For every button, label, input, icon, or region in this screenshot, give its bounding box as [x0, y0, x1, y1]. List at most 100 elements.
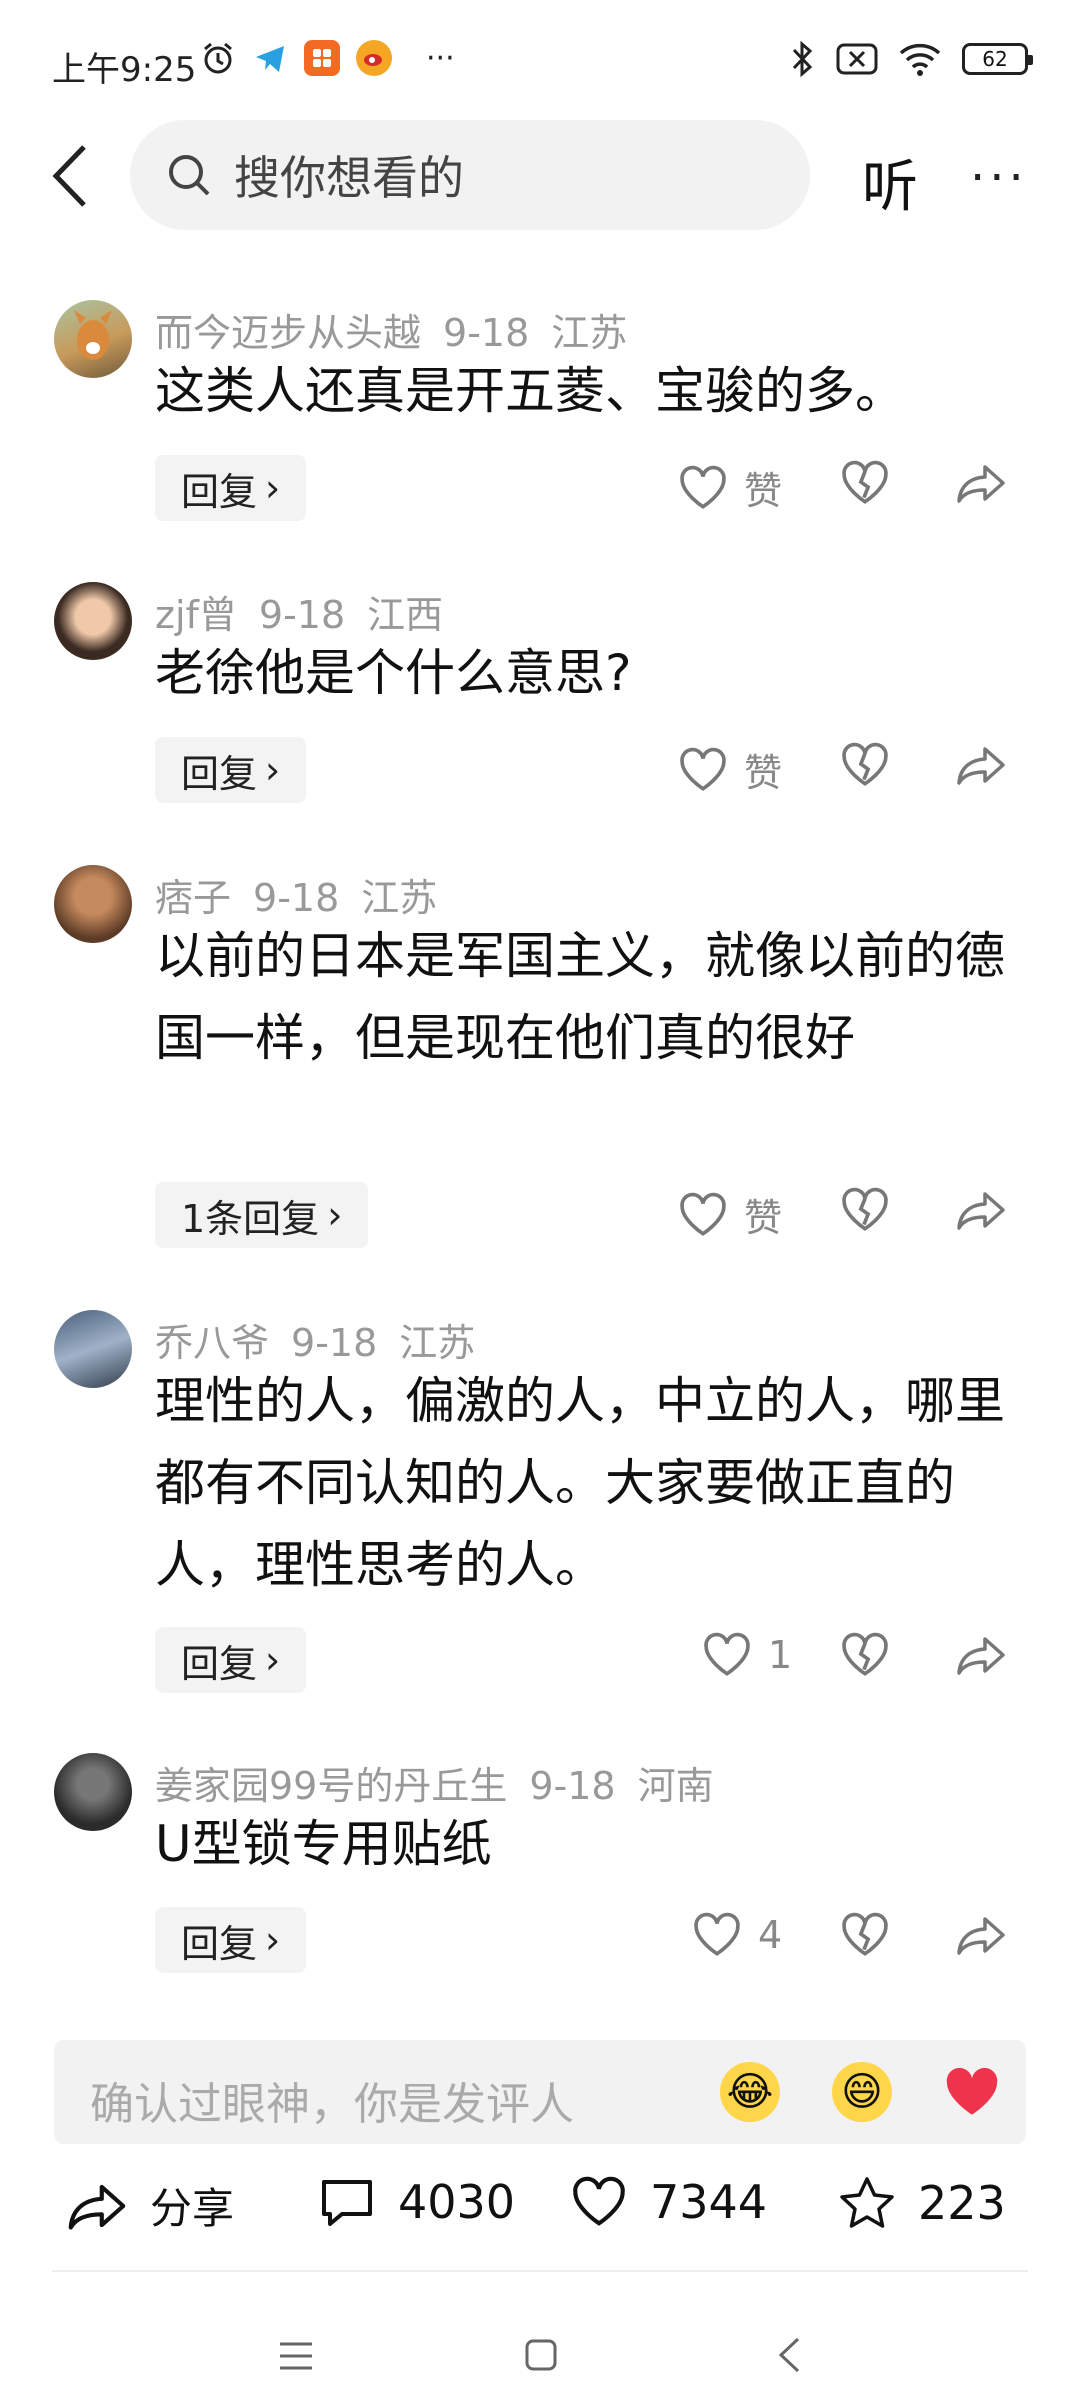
username[interactable]: 而今迈步从头越	[155, 311, 421, 355]
comment-date: 9-18	[443, 311, 530, 355]
heart-icon	[692, 1912, 742, 1958]
chevron-right-icon: ›	[265, 1638, 281, 1682]
dislike-icon[interactable]	[840, 742, 890, 788]
username[interactable]: zjf曾	[155, 593, 237, 637]
back-nav-icon[interactable]	[776, 2336, 802, 2374]
comment-bubble-icon	[322, 2180, 372, 2226]
share-icon[interactable]	[955, 1187, 1007, 1233]
like-count: 1	[768, 1633, 793, 1677]
username[interactable]: 痞子	[155, 876, 231, 920]
search-placeholder: 搜你想看的	[234, 151, 464, 205]
reply-label: 回复	[181, 1921, 258, 1966]
dislike-icon[interactable]	[840, 1187, 890, 1233]
post-action-bar: 分享 4030 7344 223	[0, 2175, 1080, 2255]
share-icon[interactable]	[955, 1912, 1007, 1958]
system-nav-bar	[0, 2290, 1080, 2400]
comment-text: 以前的日本是军国主义，就像以前的德国一样，但是现在他们真的很好	[155, 927, 1005, 1067]
search-icon	[169, 155, 210, 196]
status-bar: 上午9:25 ··· 62	[0, 0, 1080, 120]
favorite-count: 223	[918, 2176, 1006, 2230]
share-label: 分享	[150, 2184, 235, 2233]
status-time: 上午9:25	[52, 50, 197, 90]
comment-text: 理性的人，偏激的人，中立的人，哪里都有不同认知的人。大家要做正直的人，理性思考的…	[155, 1372, 1005, 1594]
comments-button[interactable]: 4030	[318, 2175, 515, 2229]
reply-button[interactable]: 回复 ›	[155, 455, 307, 521]
comment-meta: 痞子 9-18 江苏	[155, 867, 459, 922]
share-icon[interactable]	[955, 1632, 1007, 1678]
chevron-left-icon	[52, 145, 86, 207]
comment-location: 江苏	[361, 876, 438, 920]
heart-icon	[678, 1192, 728, 1238]
comment-location: 江苏	[551, 311, 628, 355]
heart-icon	[573, 2176, 625, 2226]
share-icon[interactable]	[955, 742, 1007, 788]
dislike-icon[interactable]	[840, 1632, 890, 1678]
sim-off-icon	[836, 43, 878, 75]
avatar[interactable]	[54, 582, 132, 660]
reply-button[interactable]: 回复 ›	[155, 737, 307, 803]
like-button[interactable]: 赞	[678, 460, 782, 515]
star-icon	[840, 2177, 894, 2228]
like-button[interactable]: 赞	[678, 1187, 782, 1242]
avatar[interactable]	[54, 1753, 132, 1831]
comment-input[interactable]: 确认过眼神，你是发评人 😂 😄	[54, 2040, 1026, 2144]
emoji-heart-button[interactable]	[942, 2062, 1002, 2122]
back-button[interactable]	[44, 140, 96, 212]
chevron-right-icon: ›	[327, 1193, 343, 1237]
comment-meta: zjf曾 9-18 江西	[155, 584, 465, 639]
battery-indicator: 62	[962, 43, 1033, 75]
like-count: 4	[758, 1913, 783, 1957]
avatar[interactable]	[54, 1310, 132, 1388]
comment-text: 这类人还真是开五菱、宝骏的多。	[155, 362, 905, 420]
status-system-icons: 62	[790, 40, 1033, 78]
comment-meta: 而今迈步从头越 9-18 江苏	[155, 302, 649, 357]
avatar[interactable]	[54, 300, 132, 378]
alarm-icon	[204, 42, 232, 74]
comment-location: 江苏	[399, 1321, 476, 1365]
like-count: 赞	[744, 1196, 783, 1240]
emoji-grin-button[interactable]: 😄	[832, 2062, 892, 2122]
red-heart-icon	[946, 2067, 998, 2115]
home-nav-icon[interactable]	[524, 2338, 558, 2372]
telegram-icon	[256, 46, 284, 72]
username[interactable]: 乔八爷	[155, 1321, 269, 1365]
like-count: 7344	[650, 2175, 768, 2229]
comment-text: U型锁专用贴纸	[155, 1815, 492, 1873]
more-menu-button[interactable]: ···	[970, 150, 1028, 206]
chevron-right-icon: ›	[265, 748, 281, 792]
comment-date: 9-18	[529, 1764, 616, 1808]
listen-button[interactable]: 听	[862, 142, 918, 223]
comment-input-placeholder: 确认过眼神，你是发评人	[90, 2079, 574, 2130]
like-post-button[interactable]: 7344	[570, 2175, 767, 2229]
share-button[interactable]: 分享	[66, 2175, 234, 2236]
comment-location: 河南	[637, 1764, 714, 1808]
share-icon	[68, 2184, 126, 2230]
dislike-icon[interactable]	[840, 1912, 890, 1958]
chevron-right-icon: ›	[265, 1918, 281, 1962]
heart-icon	[702, 1632, 752, 1678]
comment-location: 江西	[367, 593, 444, 637]
like-button[interactable]: 4	[692, 1912, 782, 1958]
reply-button[interactable]: 回复 ›	[155, 1627, 307, 1693]
comment-meta: 姜家园99号的丹丘生 9-18 河南	[155, 1755, 736, 1810]
share-icon[interactable]	[955, 460, 1007, 506]
username[interactable]: 姜家园99号的丹丘生	[155, 1764, 507, 1808]
favorite-button[interactable]: 223	[838, 2175, 1006, 2231]
reply-button[interactable]: 回复 ›	[155, 1907, 307, 1973]
comment-date: 9-18	[253, 876, 340, 920]
like-button[interactable]: 赞	[678, 742, 782, 797]
avatar[interactable]	[54, 865, 132, 943]
like-count: 赞	[744, 469, 783, 513]
like-button[interactable]: 1	[702, 1632, 792, 1678]
reply-label: 1条回复	[181, 1196, 320, 1241]
dislike-icon[interactable]	[840, 460, 890, 506]
weibo-icon	[356, 40, 392, 76]
reply-label: 回复	[181, 1641, 258, 1686]
more-notifications-icon: ···	[426, 40, 455, 76]
search-input[interactable]: 搜你想看的	[130, 120, 810, 230]
emoji-laugh-cry-button[interactable]: 😂	[720, 2062, 780, 2122]
menu-nav-icon[interactable]	[278, 2340, 314, 2372]
like-count: 赞	[744, 751, 783, 795]
chevron-right-icon: ›	[265, 466, 281, 510]
reply-button[interactable]: 1条回复 ›	[155, 1182, 369, 1248]
